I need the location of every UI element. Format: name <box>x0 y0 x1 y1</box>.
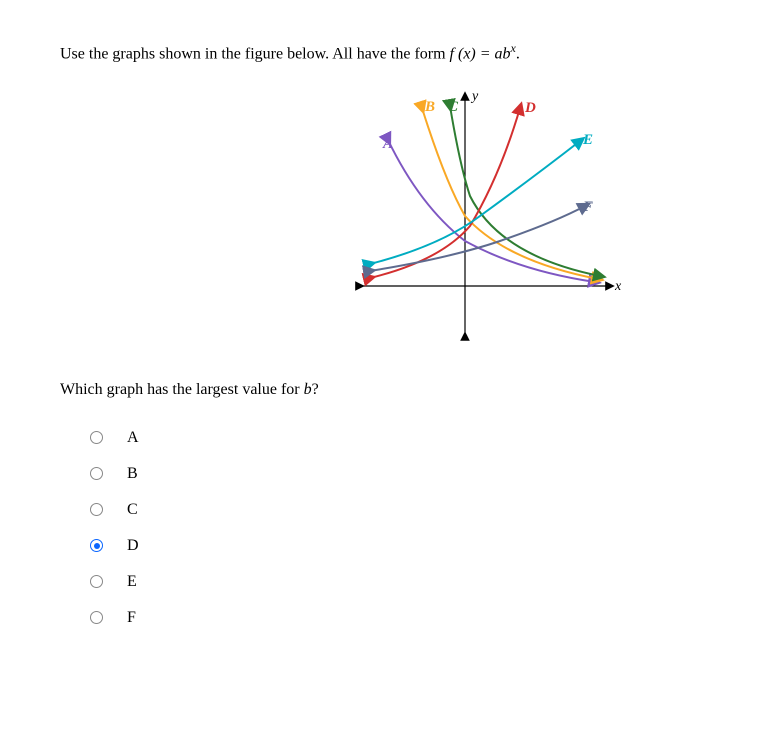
option-label-A: A <box>127 429 139 447</box>
y-axis-label: y <box>470 89 479 104</box>
function-form: f (x) = ab <box>450 45 511 62</box>
curve-label-B: B <box>424 99 435 115</box>
curve-F <box>370 206 585 271</box>
question-text: Which graph has the largest value for b? <box>60 381 719 399</box>
option-row-D[interactable]: D <box>90 537 719 555</box>
instruction-prefix: Use the graphs shown in the figure below… <box>60 45 450 62</box>
option-row-C[interactable]: C <box>90 501 719 519</box>
instruction-text: Use the graphs shown in the figure below… <box>60 40 719 66</box>
radio-D[interactable] <box>90 539 103 552</box>
instruction-suffix: . <box>516 45 520 62</box>
option-label-B: B <box>127 465 138 483</box>
question-var: b <box>304 381 312 398</box>
figure-container: y x A B C D E F <box>60 86 719 351</box>
question-prefix: Which graph has the largest value for <box>60 381 304 398</box>
option-row-F[interactable]: F <box>90 609 719 627</box>
x-axis-label: x <box>614 279 622 294</box>
radio-E[interactable] <box>90 575 103 588</box>
radio-C[interactable] <box>90 503 103 516</box>
curve-label-A: A <box>382 136 393 152</box>
radio-A[interactable] <box>90 431 103 444</box>
option-label-E: E <box>127 573 137 591</box>
answer-options: A B C D E F <box>90 429 719 627</box>
option-label-D: D <box>127 537 139 555</box>
curve-C <box>450 106 600 276</box>
option-row-E[interactable]: E <box>90 573 719 591</box>
radio-F[interactable] <box>90 611 103 624</box>
option-row-A[interactable]: A <box>90 429 719 447</box>
exponential-graph: y x A B C D E F <box>350 86 630 346</box>
curve-label-E: E <box>582 132 593 148</box>
question-suffix: ? <box>312 381 319 398</box>
curve-label-F: F <box>582 199 593 215</box>
option-row-B[interactable]: B <box>90 465 719 483</box>
curve-label-C: C <box>448 99 459 115</box>
option-label-C: C <box>127 501 138 519</box>
curve-D <box>370 108 520 278</box>
option-label-F: F <box>127 609 136 627</box>
curve-label-D: D <box>524 100 536 116</box>
radio-B[interactable] <box>90 467 103 480</box>
